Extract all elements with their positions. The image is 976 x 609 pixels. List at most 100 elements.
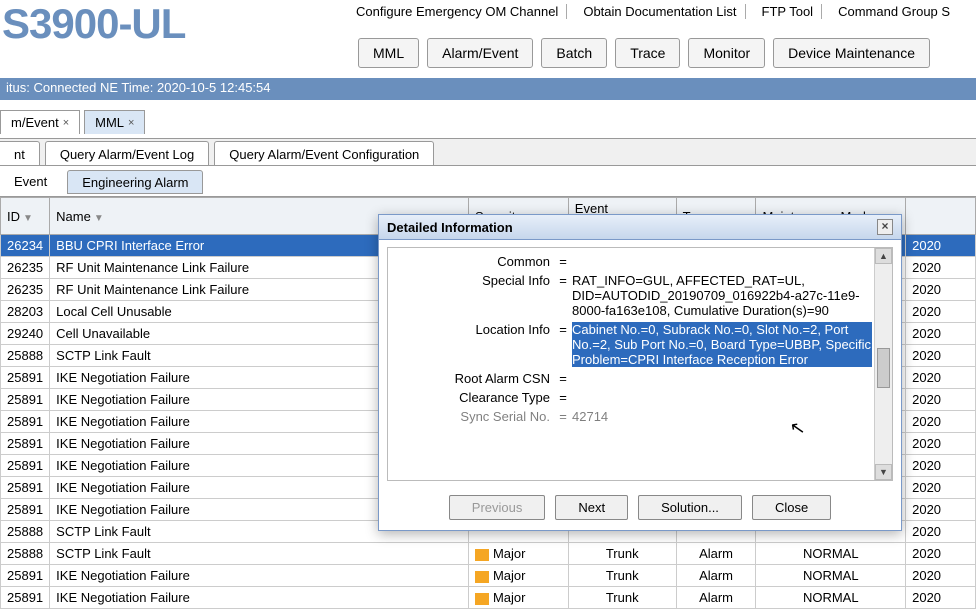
sort-icon: ▼ — [94, 213, 104, 224]
cell: Alarm — [676, 587, 756, 609]
doctab-mml[interactable]: MML × — [84, 110, 145, 134]
cell: 25891 — [1, 411, 50, 433]
detail-row: Location Info=Cabinet No.=0, Subrack No.… — [394, 322, 872, 367]
subtab-query-config[interactable]: Query Alarm/Event Configuration — [214, 141, 434, 165]
cell: 28203 — [1, 301, 50, 323]
cell: 2020 — [906, 565, 976, 587]
col-date[interactable] — [906, 198, 976, 235]
severity-major-icon — [475, 571, 489, 583]
cell: 25891 — [1, 477, 50, 499]
cell: 2020 — [906, 301, 976, 323]
cell: Major — [468, 587, 568, 609]
cell: 29240 — [1, 323, 50, 345]
detail-label: Common — [394, 254, 554, 269]
top-menu: Configure Emergency OM Channel Obtain Do… — [348, 4, 974, 19]
cell: 25891 — [1, 587, 50, 609]
table-row[interactable]: 25891IKE Negotiation FailureMajorTrunkAl… — [1, 565, 976, 587]
cell: 25891 — [1, 389, 50, 411]
detail-value[interactable] — [572, 390, 872, 405]
detail-label: Root Alarm CSN — [394, 371, 554, 386]
close-button[interactable]: Close — [752, 495, 831, 520]
detail-label: Sync Serial No. — [394, 409, 554, 424]
subtab-event[interactable]: Event — [0, 170, 61, 194]
detail-value[interactable] — [572, 371, 872, 386]
menu-item-cmdgroup[interactable]: Command Group S — [830, 4, 958, 19]
subtab-eng-alarm[interactable]: Engineering Alarm — [67, 170, 203, 194]
cell: Alarm — [676, 543, 756, 565]
cell: 2020 — [906, 587, 976, 609]
status-bar: itus: Connected NE Time: 2020-10-5 12:45… — [0, 78, 976, 100]
cell: 26235 — [1, 257, 50, 279]
cell: Trunk — [568, 565, 676, 587]
cell: 26235 — [1, 279, 50, 301]
equals-sign: = — [554, 322, 572, 367]
cell: 25888 — [1, 543, 50, 565]
cell: 2020 — [906, 499, 976, 521]
cell: NORMAL — [756, 543, 906, 565]
cell: Trunk — [568, 543, 676, 565]
detail-row: Common= — [394, 254, 872, 269]
menu-item-docs[interactable]: Obtain Documentation List — [575, 4, 745, 19]
cell: 25888 — [1, 521, 50, 543]
cell: 2020 — [906, 543, 976, 565]
tab-monitor[interactable]: Monitor — [688, 38, 765, 68]
cell: 2020 — [906, 521, 976, 543]
detail-value[interactable]: 42714 — [572, 409, 872, 424]
severity-major-icon — [475, 593, 489, 605]
dialog-body: Common=Special Info=RAT_INFO=GUL, AFFECT… — [387, 247, 893, 481]
cell: 2020 — [906, 411, 976, 433]
cell: 2020 — [906, 433, 976, 455]
severity-major-icon — [475, 549, 489, 561]
cell: 2020 — [906, 323, 976, 345]
table-row[interactable]: 25891IKE Negotiation FailureMajorTrunkAl… — [1, 587, 976, 609]
doctab-alarm-event[interactable]: m/Event × — [0, 110, 80, 134]
tab-device-maint[interactable]: Device Maintenance — [773, 38, 930, 68]
equals-sign: = — [554, 254, 572, 269]
cell: 2020 — [906, 345, 976, 367]
cell: IKE Negotiation Failure — [50, 565, 469, 587]
scroll-thumb[interactable] — [877, 348, 890, 388]
detail-row: Root Alarm CSN= — [394, 371, 872, 386]
scrollbar[interactable]: ▲ ▼ — [874, 248, 892, 480]
subtab-nt[interactable]: nt — [0, 141, 40, 165]
cell: 26234 — [1, 235, 50, 257]
solution-button[interactable]: Solution... — [638, 495, 742, 520]
sub-tabs-row2: Event Engineering Alarm — [0, 168, 976, 194]
detail-value[interactable]: RAT_INFO=GUL, AFFECTED_RAT=UL, DID=AUTOD… — [572, 273, 872, 318]
close-icon[interactable]: × — [128, 117, 134, 129]
cell: IKE Negotiation Failure — [50, 587, 469, 609]
tab-alarm-event[interactable]: Alarm/Event — [427, 38, 533, 68]
detail-row: Special Info=RAT_INFO=GUL, AFFECTED_RAT=… — [394, 273, 872, 318]
cell: 25891 — [1, 455, 50, 477]
detail-label: Location Info — [394, 322, 554, 367]
cell: 2020 — [906, 367, 976, 389]
dialog-title-text: Detailed Information — [387, 220, 513, 235]
dialog-titlebar[interactable]: Detailed Information × — [378, 214, 902, 240]
equals-sign: = — [554, 273, 572, 318]
cell: Major — [468, 543, 568, 565]
detail-row: Clearance Type= — [394, 390, 872, 405]
next-button[interactable]: Next — [555, 495, 628, 520]
scroll-down-icon[interactable]: ▼ — [875, 464, 892, 480]
table-row[interactable]: 25888SCTP Link FaultMajorTrunkAlarmNORMA… — [1, 543, 976, 565]
cell: 25891 — [1, 367, 50, 389]
sub-tabs-row1: nt Query Alarm/Event Log Query Alarm/Eve… — [0, 138, 976, 166]
detail-value[interactable]: Cabinet No.=0, Subrack No.=0, Slot No.=2… — [572, 322, 872, 367]
tab-mml[interactable]: MML — [358, 38, 419, 68]
menu-item-ftp[interactable]: FTP Tool — [754, 4, 823, 19]
close-icon[interactable]: × — [877, 219, 893, 235]
tab-batch[interactable]: Batch — [541, 38, 607, 68]
subtab-query-log[interactable]: Query Alarm/Event Log — [45, 141, 209, 165]
col-id[interactable]: ID▼ — [1, 198, 50, 235]
tab-trace[interactable]: Trace — [615, 38, 680, 68]
previous-button[interactable]: Previous — [449, 495, 546, 520]
menu-item-emergency[interactable]: Configure Emergency OM Channel — [348, 4, 567, 19]
scroll-up-icon[interactable]: ▲ — [875, 248, 892, 264]
close-icon[interactable]: × — [63, 117, 69, 129]
detail-dialog: Detailed Information × Common=Special In… — [378, 214, 902, 531]
cell: 25888 — [1, 345, 50, 367]
detail-label: Special Info — [394, 273, 554, 318]
page-title: S3900-UL — [0, 0, 185, 48]
cell: 2020 — [906, 477, 976, 499]
detail-value[interactable] — [572, 254, 872, 269]
